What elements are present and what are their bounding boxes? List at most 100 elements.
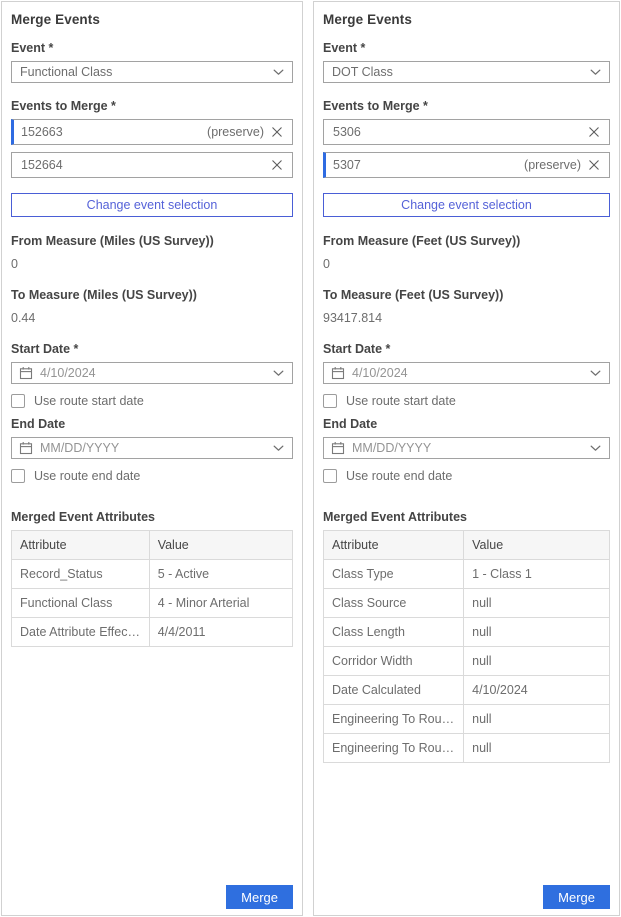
panel-footer: Merge [11,885,293,910]
attribute-column-header: Attribute [12,531,150,560]
value-cell: 5 - Active [149,560,292,589]
chevron-down-icon [590,445,601,452]
attribute-cell: Engineering To RouteID [324,705,464,734]
value-cell: 1 - Class 1 [464,560,610,589]
use-route-start-date-label: Use route start date [346,394,456,408]
event-to-merge-item[interactable]: 152663 (preserve) [11,119,293,145]
merge-button[interactable]: Merge [543,885,610,909]
event-id-value: 5307 [333,158,524,172]
event-label: Event * [11,41,293,55]
table-row: Engineering To RouteID null [324,705,610,734]
end-date-input[interactable]: MM/DD/YYYY [11,437,293,459]
close-icon[interactable] [271,159,283,171]
event-id-value: 5306 [333,125,581,139]
start-date-value: 4/10/2024 [352,366,590,380]
from-measure-value: 0 [11,257,293,271]
end-date-value: MM/DD/YYYY [352,441,590,455]
events-to-merge-label: Events to Merge * [323,99,610,113]
checkbox-box[interactable] [11,469,25,483]
calendar-icon [331,441,345,455]
use-route-start-date-checkbox[interactable]: Use route start date [323,394,610,408]
table-header-row: Attribute Value [324,531,610,560]
change-event-selection-button[interactable]: Change event selection [323,193,610,217]
value-cell: null [464,618,610,647]
event-id-value: 152664 [21,158,264,172]
chevron-down-icon [273,445,284,452]
table-row: Class Length null [324,618,610,647]
value-column-header: Value [464,531,610,560]
use-route-end-date-label: Use route end date [34,469,140,483]
attribute-cell: Date Attribute Effective [12,618,150,647]
attribute-cell: Corridor Width [324,647,464,676]
use-route-end-date-checkbox[interactable]: Use route end date [323,469,610,483]
table-row: Engineering To Route ... null [324,734,610,763]
end-date-input[interactable]: MM/DD/YYYY [323,437,610,459]
event-to-merge-item[interactable]: 5306 [323,119,610,145]
event-label: Event * [323,41,610,55]
chevron-down-icon [273,370,284,377]
close-icon[interactable] [588,126,600,138]
value-cell: null [464,589,610,618]
merge-button[interactable]: Merge [226,885,293,909]
from-measure-label: From Measure (Feet (US Survey)) [323,234,610,248]
to-measure-label: To Measure (Feet (US Survey)) [323,288,610,302]
event-select-value: DOT Class [332,65,590,79]
start-date-value: 4/10/2024 [40,366,273,380]
value-cell: 4/10/2024 [464,676,610,705]
table-row: Date Calculated 4/10/2024 [324,676,610,705]
attribute-column-header: Attribute [324,531,464,560]
chevron-down-icon [273,69,284,76]
table-header-row: Attribute Value [12,531,293,560]
events-to-merge-label: Events to Merge * [11,99,293,113]
start-date-input[interactable]: 4/10/2024 [323,362,610,384]
merged-event-attributes-table: Attribute Value Record_Status 5 - Active… [11,530,293,647]
start-date-label: Start Date * [11,342,293,356]
event-select[interactable]: DOT Class [323,61,610,83]
event-select-value: Functional Class [20,65,273,79]
preserve-flag-label: (preserve) [207,125,264,139]
checkbox-box[interactable] [323,469,337,483]
merged-event-attributes-title: Merged Event Attributes [11,510,293,524]
checkbox-box[interactable] [11,394,25,408]
end-date-value: MM/DD/YYYY [40,441,273,455]
close-icon[interactable] [271,126,283,138]
to-measure-label: To Measure (Miles (US Survey)) [11,288,293,302]
from-measure-label: From Measure (Miles (US Survey)) [11,234,293,248]
end-date-label: End Date [323,417,610,431]
preserve-flag-label: (preserve) [524,158,581,172]
change-event-selection-button[interactable]: Change event selection [11,193,293,217]
table-row: Class Type 1 - Class 1 [324,560,610,589]
end-date-label: End Date [11,417,293,431]
event-to-merge-item[interactable]: 152664 [11,152,293,178]
value-cell: 4/4/2011 [149,618,292,647]
to-measure-value: 93417.814 [323,311,610,325]
merged-event-attributes-title: Merged Event Attributes [323,510,610,524]
event-id-value: 152663 [21,125,207,139]
attribute-cell: Functional Class [12,589,150,618]
to-measure-value: 0.44 [11,311,293,325]
merge-events-panel-right: Merge Events Event * DOT Class Events to… [313,1,620,916]
table-row: Corridor Width null [324,647,610,676]
chevron-down-icon [590,370,601,377]
table-row: Functional Class 4 - Minor Arterial [12,589,293,618]
attribute-cell: Record_Status [12,560,150,589]
checkbox-box[interactable] [323,394,337,408]
value-cell: null [464,647,610,676]
table-row: Date Attribute Effective 4/4/2011 [12,618,293,647]
value-cell: 4 - Minor Arterial [149,589,292,618]
panel-title: Merge Events [323,12,610,27]
table-row: Record_Status 5 - Active [12,560,293,589]
attribute-cell: Class Type [324,560,464,589]
close-icon[interactable] [588,159,600,171]
attribute-cell: Class Length [324,618,464,647]
event-to-merge-item[interactable]: 5307 (preserve) [323,152,610,178]
panel-title: Merge Events [11,12,293,27]
event-select[interactable]: Functional Class [11,61,293,83]
start-date-input[interactable]: 4/10/2024 [11,362,293,384]
attribute-cell: Date Calculated [324,676,464,705]
merged-event-attributes-table: Attribute Value Class Type 1 - Class 1 C… [323,530,610,763]
use-route-start-date-checkbox[interactable]: Use route start date [11,394,293,408]
use-route-end-date-checkbox[interactable]: Use route end date [11,469,293,483]
merge-events-panel-left: Merge Events Event * Functional Class Ev… [1,1,303,916]
use-route-end-date-label: Use route end date [346,469,452,483]
